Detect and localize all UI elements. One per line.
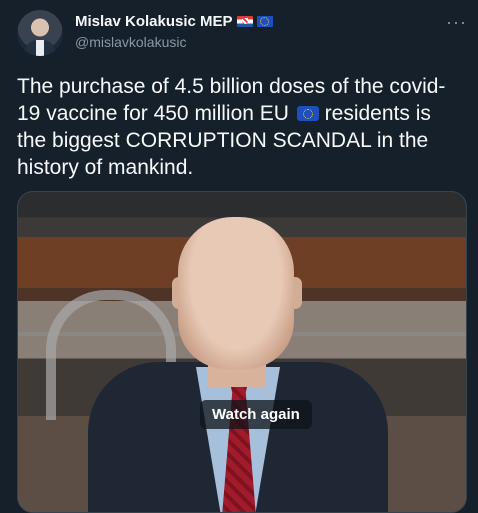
avatar[interactable] [17,10,63,56]
video-media[interactable]: Watch again [17,191,467,513]
person-head [178,217,294,369]
avatar-shirt [36,40,44,56]
tweet-card: Mislav Kolakusic MEP @mislavkolakusic ··… [0,0,478,513]
eu-flag-icon [256,16,273,27]
author-handle[interactable]: @mislavkolakusic [75,34,186,50]
tweet-text: The purchase of 4.5 billion doses of the… [17,73,465,181]
watch-again-button[interactable]: Watch again [200,400,312,429]
eu-flag-icon [296,106,319,121]
author-name-row: Mislav Kolakusic MEP [75,13,273,30]
author-display-name[interactable]: Mislav Kolakusic MEP [75,13,233,30]
croatia-flag-icon [236,16,253,27]
more-icon[interactable]: ··· [446,12,467,33]
